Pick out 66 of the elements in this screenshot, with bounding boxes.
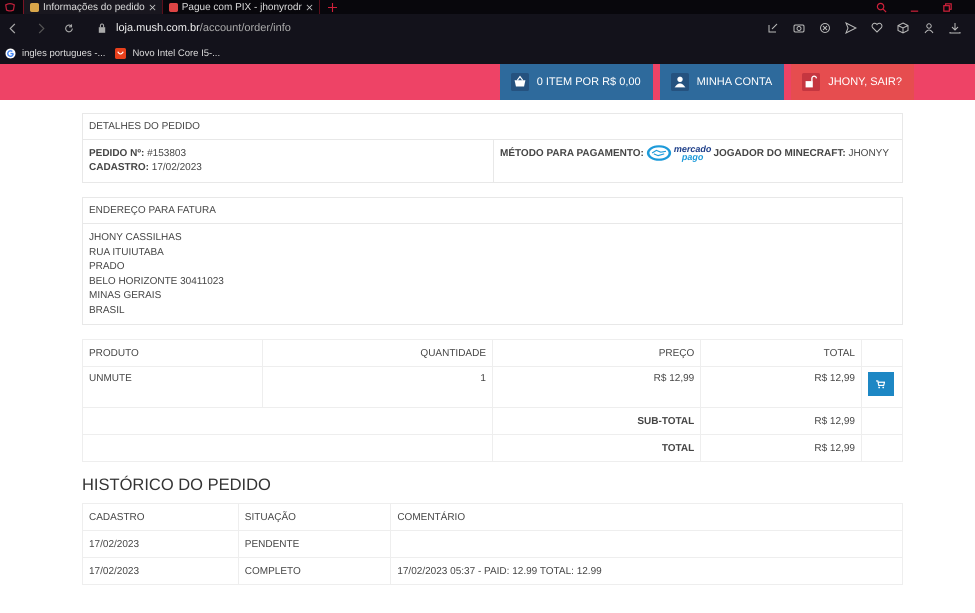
table-cell: 17/02/2023 [82,530,238,558]
add-to-cart-button[interactable] [868,372,894,396]
search-icon[interactable] [876,2,887,12]
section-heading: DETALHES DO PEDIDO [83,114,902,140]
column-header: TOTAL [700,340,862,366]
total-label: TOTAL [492,434,701,462]
browser-tab[interactable]: Pague com PIX - jhonyrodr [162,0,320,14]
heart-icon[interactable] [871,22,883,34]
restore-icon[interactable] [942,2,953,12]
table-cell: 1 [262,366,492,408]
new-tab-icon[interactable] [328,2,337,12]
bookmark[interactable]: Novo Intel Core I5-... [115,48,220,58]
column-header: PRODUTO [82,340,263,366]
total-value: R$ 12,99 [700,408,862,434]
reload-icon[interactable] [64,22,74,34]
table-cell: R$ 12,99 [700,366,862,408]
unlock-icon [802,73,820,91]
address-line: PRADO [89,260,126,274]
total-value: R$ 12,99 [700,434,862,462]
payment-logo: mercado pago [646,144,712,162]
address-line: RUA ITUIUTABA [89,246,165,260]
send-icon[interactable] [845,22,857,34]
user-icon [670,73,689,91]
cart-icon [876,380,886,388]
table-cell: 17/02/2023 [82,558,238,584]
basket-icon [510,73,529,91]
close-icon[interactable] [306,4,313,10]
user-icon[interactable] [923,22,935,34]
camera-icon[interactable] [793,22,805,34]
section-heading: ENDEREÇO PARA FATURA [83,198,902,224]
table-cell: R$ 12,99 [492,366,701,408]
table-cell: PENDENTE [238,530,391,558]
order-number: PEDIDO Nº: #153803 [89,147,188,161]
forward-icon[interactable] [36,22,46,34]
address-line: JHONY CASSILHAS [89,231,183,245]
column-header: PREÇO [492,340,701,366]
table-cell: 17/02/2023 05:37 - PAID: 12.99 TOTAL: 12.99 [390,558,902,584]
account-button[interactable]: MINHA CONTA [660,64,784,100]
back-icon[interactable] [8,22,18,34]
total-label: SUB-TOTAL [492,408,701,434]
minecraft-player: JOGADOR DO MINECRAFT: JHONYY [713,147,890,161]
download-icon[interactable] [949,22,961,34]
cart-button[interactable]: 0 ITEM POR R$ 0,00 [500,64,653,100]
table-cell: UNMUTE [82,366,263,408]
table-cell: COMPLETO [238,558,391,584]
order-date: CADASTRO: 17/02/2023 [89,161,203,175]
logout-button[interactable]: JHONY, SAIR? [791,64,914,100]
address-line: MINAS GERAIS [89,289,162,303]
close-icon[interactable] [819,22,831,34]
column-header: QUANTIDADE [262,340,492,366]
browser-logo-icon[interactable] [4,2,16,12]
close-icon[interactable] [148,4,156,10]
url-field[interactable]: loja.mush.com.br/account/order/info [116,22,291,34]
column-header: COMENTÁRIO [390,504,902,530]
lock-icon [98,23,106,33]
column-header: CADASTRO [82,504,238,530]
payment-label: MÉTODO PARA PAGAMENTO: [500,147,644,161]
cube-icon[interactable] [897,22,909,34]
shop-bag-icon [115,48,126,58]
google-icon [5,48,16,58]
bookmark[interactable]: ingles portugues -... [5,48,106,58]
address-line: BELO HORIZONTE 30411023 [89,274,225,288]
address-line: BRASIL [89,304,126,318]
column-header: SITUAÇÃO [238,504,391,530]
section-title: HISTÓRICO DO PEDIDO [82,476,272,495]
browser-tab[interactable]: Informações do pedido [23,0,163,14]
